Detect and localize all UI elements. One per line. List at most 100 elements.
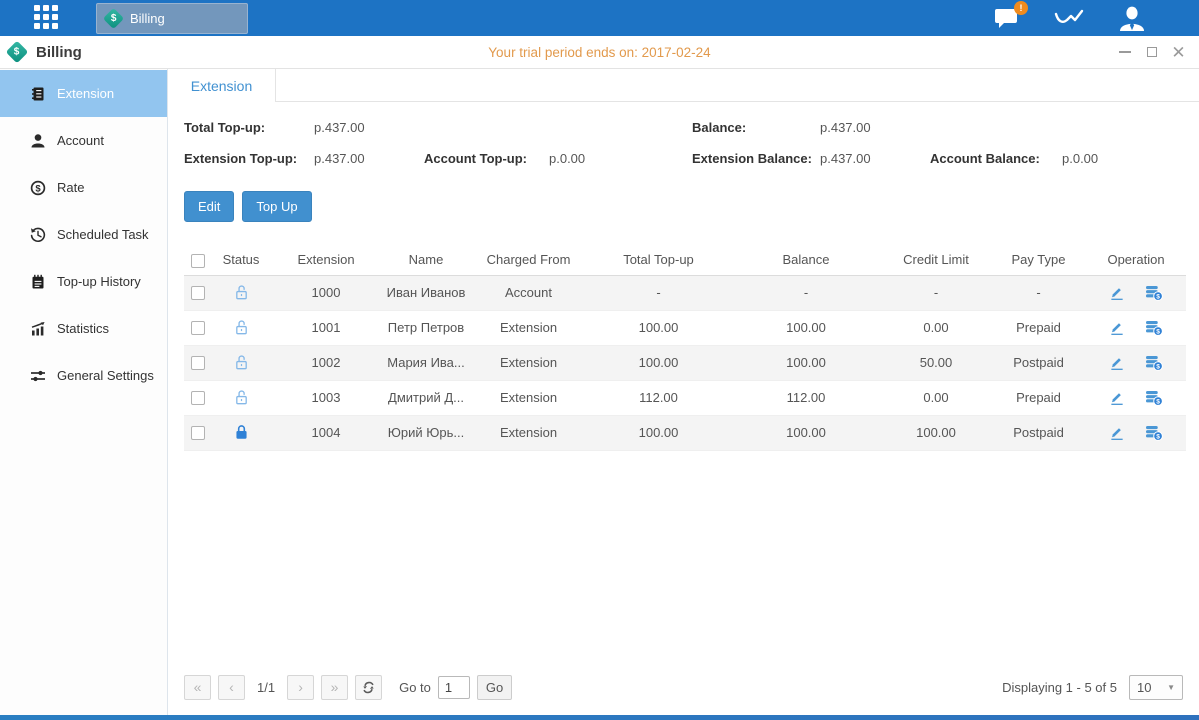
cell-charged-from: Extension xyxy=(471,415,586,450)
select-all-checkbox[interactable] xyxy=(191,254,205,268)
cell-total-topup: 112.00 xyxy=(586,380,731,415)
app-menu-icon[interactable] xyxy=(34,5,60,31)
cell-total-topup: 100.00 xyxy=(586,415,731,450)
pagination-bar: « ‹ 1/1 › » Go to Go Displaying xyxy=(184,665,1183,715)
cell-balance: 100.00 xyxy=(731,415,881,450)
edit-button[interactable]: Edit xyxy=(184,191,234,222)
topup-row-icon[interactable]: $ xyxy=(1145,390,1163,406)
goto-page-input[interactable] xyxy=(438,676,470,699)
sidebar-item-statistics[interactable]: Statistics xyxy=(0,305,167,352)
cell-extension: 1000 xyxy=(271,275,381,310)
cell-balance: 100.00 xyxy=(731,345,881,380)
sidebar-item-extension[interactable]: Extension xyxy=(0,70,167,117)
resource-monitor-icon[interactable] xyxy=(1054,7,1084,29)
header-name: Name xyxy=(381,245,471,275)
sidebar-item-topup-history[interactable]: Top-up History xyxy=(0,258,167,305)
cell-total-topup: - xyxy=(586,275,731,310)
cell-credit-limit: 100.00 xyxy=(881,415,991,450)
cell-total-topup: 100.00 xyxy=(586,345,731,380)
edit-row-icon[interactable] xyxy=(1109,390,1125,406)
table-row: 1001 Петр Петров Extension 100.00 100.00… xyxy=(184,310,1186,345)
taskbar-app-label: Billing xyxy=(130,11,165,26)
header-balance: Balance xyxy=(731,245,881,275)
minimize-button[interactable] xyxy=(1118,46,1131,59)
displaying-text: Displaying 1 - 5 of 5 xyxy=(1002,680,1117,695)
last-page-button[interactable]: » xyxy=(321,675,348,700)
row-checkbox[interactable] xyxy=(191,286,205,300)
trial-period-message: Your trial period ends on: 2017-02-24 xyxy=(0,45,1199,60)
cell-name: Иван Иванов xyxy=(381,275,471,310)
table-header-row: Status Extension Name Charged From Total… xyxy=(184,245,1186,275)
cell-pay-type: Prepaid xyxy=(991,310,1086,345)
status-lock-icon xyxy=(211,380,271,415)
sidebar-item-account[interactable]: Account xyxy=(0,117,167,164)
topup-history-icon xyxy=(30,274,46,290)
sidebar-label-topup-history: Top-up History xyxy=(57,274,141,289)
first-page-button[interactable]: « xyxy=(184,675,211,700)
taskbar-billing-app[interactable]: $ Billing xyxy=(96,3,248,34)
sidebar-label-statistics: Statistics xyxy=(57,321,109,336)
status-lock-icon xyxy=(211,345,271,380)
topup-row-icon[interactable]: $ xyxy=(1145,355,1163,371)
sidebar-item-general-settings[interactable]: General Settings xyxy=(0,352,167,399)
window-title: Billing xyxy=(36,44,82,61)
edit-row-icon[interactable] xyxy=(1109,425,1125,441)
user-account-icon[interactable] xyxy=(1117,6,1147,31)
tab-extension[interactable]: Extension xyxy=(168,69,276,102)
cell-extension: 1002 xyxy=(271,345,381,380)
notifications-icon[interactable]: ! xyxy=(994,6,1021,30)
chevron-down-icon: ▼ xyxy=(1167,683,1175,692)
status-lock-icon xyxy=(211,275,271,310)
extension-balance-value: p.437.00 xyxy=(820,151,930,166)
statistics-icon xyxy=(30,321,46,337)
close-button[interactable]: ✕ xyxy=(1172,46,1185,59)
sidebar-label-account: Account xyxy=(57,133,104,148)
next-page-button[interactable]: › xyxy=(287,675,314,700)
svg-text:$: $ xyxy=(1156,363,1160,370)
extension-table: Status Extension Name Charged From Total… xyxy=(184,245,1186,451)
edit-row-icon[interactable] xyxy=(1109,355,1125,371)
header-total-topup: Total Top-up xyxy=(586,245,731,275)
sidebar-item-scheduled-task[interactable]: Scheduled Task xyxy=(0,211,167,258)
cell-charged-from: Extension xyxy=(471,380,586,415)
topup-row-icon[interactable]: $ xyxy=(1145,285,1163,301)
cell-extension: 1001 xyxy=(271,310,381,345)
sidebar-item-rate[interactable]: $ Rate xyxy=(0,164,167,211)
billing-app-icon: $ xyxy=(103,8,124,29)
sidebar: Extension Account $ Rate Scheduled Task xyxy=(0,69,168,715)
row-checkbox[interactable] xyxy=(191,426,205,440)
rate-icon: $ xyxy=(30,180,46,196)
maximize-button[interactable] xyxy=(1145,46,1158,59)
table-row: 1003 Дмитрий Д... Extension 112.00 112.0… xyxy=(184,380,1186,415)
status-lock-icon xyxy=(211,415,271,450)
prev-page-button[interactable]: ‹ xyxy=(218,675,245,700)
extension-icon xyxy=(30,86,46,102)
top-up-button[interactable]: Top Up xyxy=(242,191,311,222)
topup-row-icon[interactable]: $ xyxy=(1145,320,1163,336)
sidebar-label-rate: Rate xyxy=(57,180,84,195)
edit-row-icon[interactable] xyxy=(1109,320,1125,336)
edit-row-icon[interactable] xyxy=(1109,285,1125,301)
desktop-edge xyxy=(0,715,1199,720)
row-checkbox[interactable] xyxy=(191,321,205,335)
refresh-icon xyxy=(362,681,375,694)
page-size-select[interactable]: 10 ▼ xyxy=(1129,675,1183,700)
table-row: 1002 Мария Ива... Extension 100.00 100.0… xyxy=(184,345,1186,380)
svg-text:$: $ xyxy=(1156,328,1160,335)
row-checkbox[interactable] xyxy=(191,391,205,405)
page-indicator: 1/1 xyxy=(257,680,275,695)
cell-credit-limit: 0.00 xyxy=(881,310,991,345)
cell-credit-limit: - xyxy=(881,275,991,310)
go-button[interactable]: Go xyxy=(477,675,512,700)
sidebar-label-scheduled-task: Scheduled Task xyxy=(57,227,149,242)
balance-value: p.437.00 xyxy=(820,120,1183,135)
row-checkbox[interactable] xyxy=(191,356,205,370)
scheduled-task-icon xyxy=(30,227,46,243)
cell-extension: 1003 xyxy=(271,380,381,415)
cell-charged-from: Extension xyxy=(471,310,586,345)
cell-name: Мария Ива... xyxy=(381,345,471,380)
refresh-button[interactable] xyxy=(355,675,382,700)
cell-balance: - xyxy=(731,275,881,310)
svg-text:$: $ xyxy=(1156,293,1160,300)
topup-row-icon[interactable]: $ xyxy=(1145,425,1163,441)
